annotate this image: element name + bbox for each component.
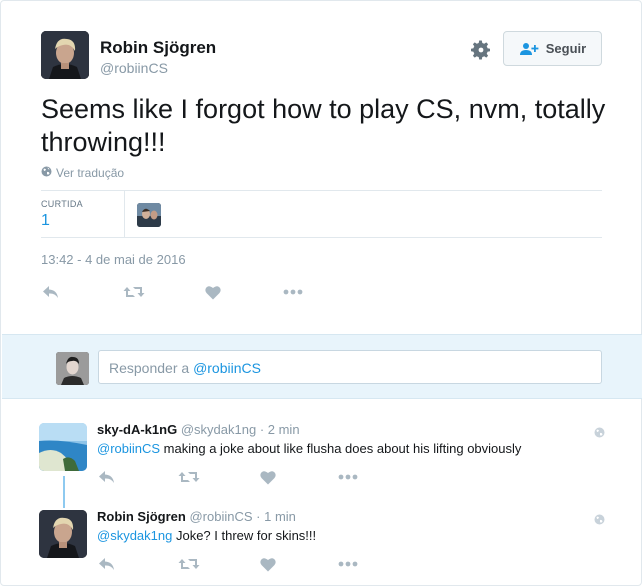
- globe-icon: [594, 512, 605, 525]
- heart-icon[interactable]: [258, 554, 278, 574]
- globe-icon: [41, 166, 52, 180]
- reply-time[interactable]: · 2 min: [260, 422, 300, 437]
- reply-text: @skydak1ng Joke? I threw for skins!!!: [97, 528, 316, 543]
- stats-divider: [124, 191, 125, 237]
- author-handle[interactable]: @robiinCS: [100, 60, 168, 76]
- current-user-avatar: [56, 352, 89, 385]
- reply-author-name[interactable]: Robin Sjögren: [97, 509, 186, 524]
- reply-author-name[interactable]: sky-dA-k1nG: [97, 422, 177, 437]
- reply-mention[interactable]: @robiinCS: [97, 441, 160, 456]
- reply-text: @robiinCS making a joke about like flush…: [97, 441, 521, 456]
- likes-label: CURTIDA: [41, 199, 83, 209]
- reply-body: making a joke about like flusha does abo…: [160, 441, 522, 456]
- tweet-card: Robin Sjögren @robiinCS Seguir Seems lik…: [0, 0, 642, 586]
- more-icon[interactable]: [337, 467, 359, 487]
- tweet-text: Seems like I forgot how to play CS, nvm,…: [41, 94, 606, 157]
- reply-input[interactable]: Responder a @robiinCS: [98, 350, 602, 384]
- reply-body: Joke? I threw for skins!!!: [172, 528, 317, 543]
- thread-connector: [63, 476, 65, 508]
- reply-mention[interactable]: @skydak1ng: [97, 528, 172, 543]
- heart-icon[interactable]: [203, 282, 223, 302]
- reply-icon[interactable]: [41, 282, 61, 302]
- reply-icon[interactable]: [97, 554, 117, 574]
- follow-button[interactable]: Seguir: [503, 31, 602, 66]
- tweet-timestamp[interactable]: 13:42 - 4 de mai de 2016: [41, 252, 186, 267]
- author-name[interactable]: Robin Sjögren: [100, 38, 216, 58]
- retweet-icon[interactable]: [122, 282, 146, 302]
- retweet-icon[interactable]: [177, 554, 201, 574]
- liker-avatar[interactable]: [137, 203, 161, 227]
- gear-icon[interactable]: [469, 38, 493, 62]
- follow-label: Seguir: [545, 41, 587, 56]
- reply-icon[interactable]: [97, 467, 117, 487]
- heart-icon[interactable]: [258, 467, 278, 487]
- retweet-icon[interactable]: [177, 467, 201, 487]
- tweet-stats: CURTIDA 1: [41, 190, 602, 238]
- reply-author-handle[interactable]: @robiinCS: [189, 509, 252, 524]
- reply-author-handle[interactable]: @skydak1ng: [181, 422, 256, 437]
- reply-author-avatar[interactable]: [39, 510, 87, 558]
- reply-placeholder: Responder a: [109, 360, 194, 376]
- reply-composer: Responder a @robiinCS: [2, 334, 642, 399]
- more-icon[interactable]: [337, 554, 359, 574]
- reply-time[interactable]: · 1 min: [256, 509, 296, 524]
- translate-label: Ver tradução: [56, 166, 125, 180]
- add-user-icon: [519, 42, 539, 56]
- likes-count[interactable]: 1: [41, 212, 50, 230]
- reply-author-line: Robin Sjögren @robiinCS · 1 min: [97, 509, 296, 524]
- more-icon[interactable]: [282, 282, 304, 302]
- reply-mention: @robiinCS: [193, 360, 261, 376]
- reply-author-avatar[interactable]: [39, 423, 87, 471]
- reply-author-line: sky-dA-k1nG @skydak1ng · 2 min: [97, 422, 300, 437]
- translate-link[interactable]: Ver tradução: [41, 166, 124, 180]
- author-avatar[interactable]: [41, 31, 89, 79]
- globe-icon: [594, 425, 605, 438]
